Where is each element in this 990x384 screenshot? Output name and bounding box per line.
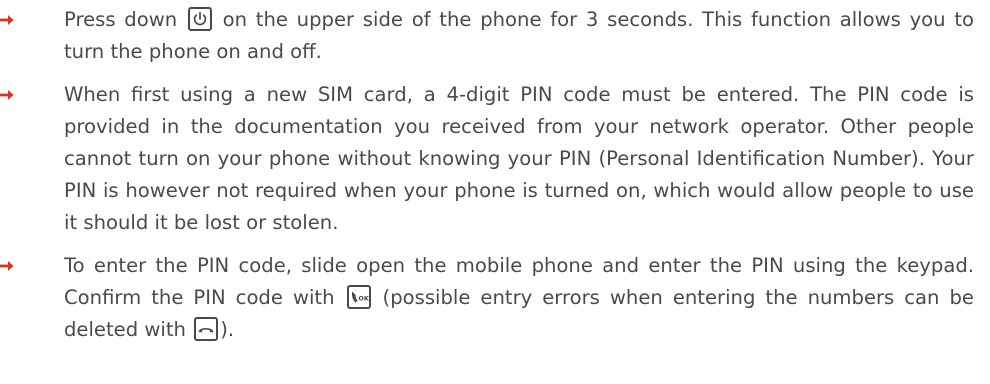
bullet-text: When first using a new SIM card, a 4-dig… [64,83,974,234]
bullet-enter-pin: To enter the PIN code, slide open the mo… [0,250,990,346]
bullet-text-part: ). [220,318,235,341]
power-icon [187,7,212,31]
arrow-right-icon [0,79,26,111]
svg-text:OK: OK [358,295,369,303]
arrow-right-icon [0,250,26,282]
bullet-power-on: Press down on the upper side of the phon… [0,4,990,68]
bullet-text-part: Press down [64,8,186,31]
document-page: Press down on the upper side of the phon… [0,0,990,384]
arrow-right-icon [0,4,26,36]
end-call-icon [194,317,219,341]
bullet-sim-pin: When first using a new SIM card, a 4-dig… [0,79,990,239]
call-ok-icon: OK [346,285,371,309]
